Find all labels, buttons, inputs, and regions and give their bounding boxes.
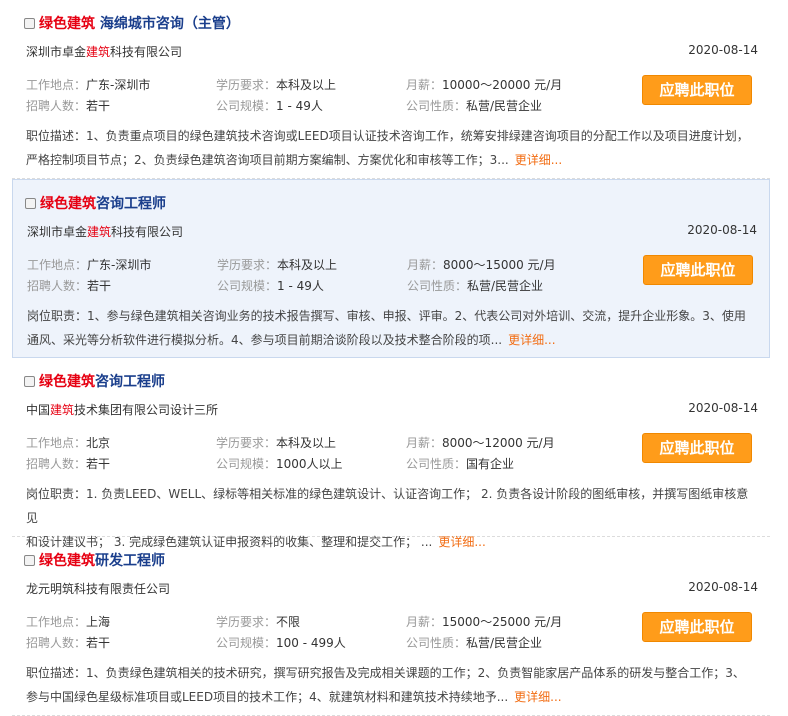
- more-details-link[interactable]: 更详细...: [508, 333, 555, 347]
- company-size-field: 公司规模：100 - 499人: [216, 636, 346, 650]
- headcount-field: 招聘人数：若干: [26, 457, 111, 471]
- title-text: 咨询工程师: [96, 196, 166, 212]
- post-date: 2020-08-14: [688, 580, 758, 594]
- job-title-link[interactable]: 绿色建筑研发工程师: [39, 550, 165, 570]
- company-link[interactable]: 深圳市卓金建筑科技有限公司: [27, 223, 183, 240]
- title-text: 研发工程师: [95, 553, 165, 569]
- company-type-field: 公司性质：私营/民营企业: [406, 636, 543, 650]
- location-field: 工作地点：广东-深圳市: [26, 78, 151, 92]
- description-line-last: 参与中国绿色星级标准项目或LEED项目的技术工作；4、就建筑材料和建筑技术持续地…: [26, 690, 562, 704]
- company-name-part: 中国: [26, 403, 51, 417]
- education-field: 学历要求：不限: [216, 615, 301, 629]
- title-keyword: 绿色建筑: [39, 374, 95, 390]
- headcount-field: 招聘人数：若干: [26, 636, 111, 650]
- salary-field: 月薪：10000～20000 元/月: [406, 78, 563, 92]
- headcount-field: 招聘人数：若干: [26, 99, 111, 113]
- apply-button[interactable]: 应聘此职位: [642, 433, 752, 463]
- description-line: 岗位职责：1、参与绿色建筑相关咨询业务的技术报告撰写、审核、申报、评审。2、代表…: [27, 309, 746, 323]
- company-type-field: 公司性质：私营/民营企业: [406, 99, 543, 113]
- company-link[interactable]: 龙元明筑科技有限责任公司: [26, 580, 170, 597]
- location-field: 工作地点：北京: [26, 436, 111, 450]
- select-checkbox[interactable]: [24, 17, 35, 29]
- job-item: 绿色建筑 海绵城市咨询（主管） 深圳市卓金建筑科技有限公司 2020-08-14…: [12, 0, 770, 179]
- company-size-field: 公司规模：1 - 49人: [217, 279, 324, 293]
- job-item: 绿色建筑咨询工程师 中国建筑技术集团有限公司设计三所 2020-08-14 工作…: [12, 358, 770, 549]
- select-checkbox[interactable]: [24, 375, 35, 387]
- company-keyword: 建筑: [86, 45, 111, 59]
- more-details-link[interactable]: 更详细...: [515, 153, 562, 167]
- company-name-part: 科技有限公司: [111, 225, 184, 239]
- company-name-part: 深圳市卓金: [27, 225, 88, 239]
- apply-button[interactable]: 应聘此职位: [642, 612, 752, 642]
- job-title-row: 绿色建筑咨询工程师: [24, 372, 165, 390]
- title-keyword: 绿色建筑: [40, 196, 96, 212]
- job-description: 岗位职责：1、参与绿色建筑相关咨询业务的技术报告撰写、审核、申报、评审。2、代表…: [27, 304, 757, 352]
- education-field: 学历要求：本科及以上: [216, 78, 337, 92]
- title-keyword: 绿色建筑: [39, 553, 95, 569]
- job-title-row: 绿色建筑 海绵城市咨询（主管）: [24, 14, 240, 32]
- education-field: 学历要求：本科及以上: [216, 436, 337, 450]
- company-type-field: 公司性质：国有企业: [406, 457, 515, 471]
- job-description: 职位描述：1、负责重点项目的绿色建筑技术咨询或LEED项目认证技术咨询工作，统筹…: [26, 124, 756, 172]
- description-line: 职位描述：1、负责重点项目的绿色建筑技术咨询或LEED项目认证技术咨询工作，统筹…: [26, 129, 749, 143]
- description-line-last: 严格控制项目节点；2、负责绿色建筑咨询项目前期方案编制、方案优化和审核等工作；3…: [26, 153, 563, 167]
- salary-field: 月薪：8000～15000 元/月: [407, 258, 556, 272]
- job-title-link[interactable]: 绿色建筑 海绵城市咨询（主管）: [39, 13, 240, 33]
- company-name-part: 龙元明筑科技有限责任公司: [26, 582, 171, 596]
- job-title-link[interactable]: 绿色建筑咨询工程师: [40, 193, 166, 213]
- select-checkbox[interactable]: [25, 197, 36, 209]
- job-title-row: 绿色建筑研发工程师: [24, 551, 165, 569]
- location-field: 工作地点：上海: [26, 615, 111, 629]
- company-size-field: 公司规模：1 - 49人: [216, 99, 323, 113]
- post-date: 2020-08-14: [688, 401, 758, 415]
- job-title-link[interactable]: 绿色建筑咨询工程师: [39, 371, 165, 391]
- title-keyword: 绿色建筑: [39, 16, 95, 32]
- company-name-part: 科技有限公司: [110, 45, 183, 59]
- job-item: 绿色建筑咨询工程师 深圳市卓金建筑科技有限公司 2020-08-14 工作地点：…: [12, 179, 770, 358]
- title-text: 海绵城市咨询（主管）: [95, 16, 240, 32]
- post-date: 2020-08-14: [688, 43, 758, 57]
- more-details-link[interactable]: 更详细...: [514, 690, 561, 704]
- company-link[interactable]: 中国建筑技术集团有限公司设计三所: [26, 401, 218, 418]
- job-title-row: 绿色建筑咨询工程师: [25, 194, 166, 212]
- education-field: 学历要求：本科及以上: [217, 258, 338, 272]
- description-line-last: 通风、采光等分析软件进行模拟分析。4、参与项目前期洽谈阶段以及技术整合阶段的项.…: [27, 333, 556, 347]
- description-line: 职位描述：1、负责绿色建筑相关的技术研究，撰写研究报告及完成相关课题的工作；2、…: [26, 666, 745, 680]
- salary-field: 月薪：8000～12000 元/月: [406, 436, 555, 450]
- job-item: 绿色建筑研发工程师 龙元明筑科技有限责任公司 2020-08-14 工作地点：上…: [12, 537, 770, 716]
- salary-field: 月薪：15000～25000 元/月: [406, 615, 563, 629]
- apply-button[interactable]: 应聘此职位: [642, 75, 752, 105]
- company-link[interactable]: 深圳市卓金建筑科技有限公司: [26, 43, 182, 60]
- company-size-field: 公司规模：1000人以上: [216, 457, 343, 471]
- post-date: 2020-08-14: [687, 223, 757, 237]
- company-keyword: 建筑: [50, 403, 75, 417]
- job-list: 绿色建筑 海绵城市咨询（主管） 深圳市卓金建筑科技有限公司 2020-08-14…: [0, 0, 788, 716]
- company-name-part: 技术集团有限公司设计三所: [74, 403, 219, 417]
- description-line: 岗位职责：1. 负责LEED、WELL、绿标等相关标准的绿色建筑设计、认证咨询工…: [26, 487, 749, 525]
- apply-button[interactable]: 应聘此职位: [643, 255, 753, 285]
- company-name-part: 深圳市卓金: [26, 45, 87, 59]
- company-type-field: 公司性质：私营/民营企业: [407, 279, 544, 293]
- select-checkbox[interactable]: [24, 554, 35, 566]
- headcount-field: 招聘人数：若干: [27, 279, 112, 293]
- location-field: 工作地点：广东-深圳市: [27, 258, 152, 272]
- job-description: 职位描述：1、负责绿色建筑相关的技术研究，撰写研究报告及完成相关课题的工作；2、…: [26, 661, 756, 709]
- company-keyword: 建筑: [87, 225, 112, 239]
- title-text: 咨询工程师: [95, 374, 165, 390]
